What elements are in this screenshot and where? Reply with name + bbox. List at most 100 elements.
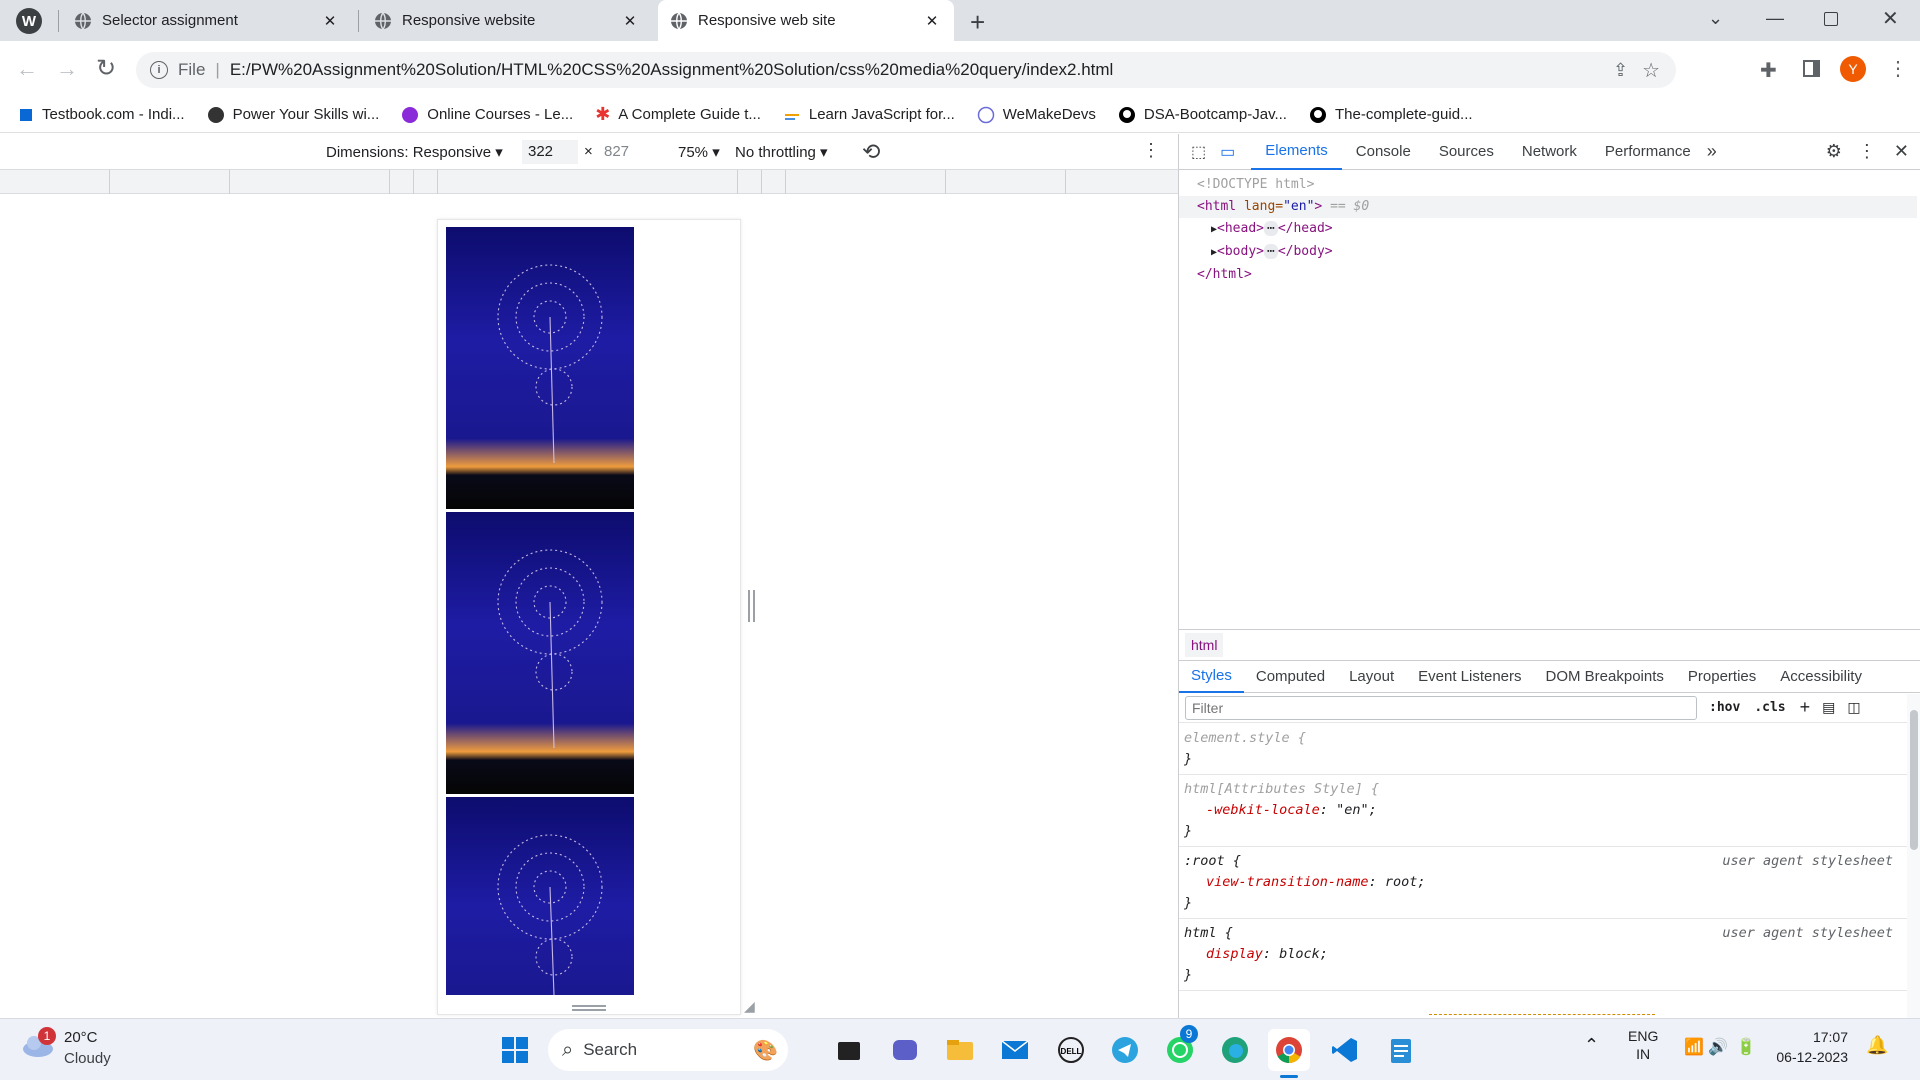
tab-responsive-web-site[interactable]: Responsive web site ✕	[658, 0, 954, 41]
tab-sources[interactable]: Sources	[1425, 134, 1508, 170]
tab-properties[interactable]: Properties	[1676, 661, 1768, 693]
more-options-icon[interactable]: ⋮	[1142, 140, 1160, 161]
tab-performance[interactable]: Performance	[1591, 134, 1705, 170]
chrome-icon[interactable]	[1268, 1029, 1310, 1071]
html-close-line[interactable]: </html>	[1197, 264, 1917, 286]
bookmark-item[interactable]: WeMakeDevs	[977, 106, 1096, 124]
bookmark-item[interactable]: Power Your Skills wi...	[207, 106, 379, 124]
throttling-select[interactable]: No throttling ▾	[735, 143, 828, 161]
scrollbar-thumb[interactable]	[1910, 710, 1918, 850]
telegram-icon[interactable]	[1104, 1029, 1146, 1071]
media-query-segment[interactable]	[946, 170, 1066, 194]
breadcrumb-html[interactable]: html	[1185, 633, 1224, 657]
url-text[interactable]: E:/PW%20Assignment%20Solution/HTML%20CSS…	[230, 60, 1114, 80]
rotate-icon[interactable]: ⟲	[862, 139, 880, 165]
bookmark-item[interactable]: Testbook.com - Indi...	[18, 106, 185, 123]
declaration[interactable]: -webkit-locale: "en";	[1184, 800, 1902, 821]
teams-icon[interactable]	[884, 1029, 926, 1071]
media-query-bar[interactable]	[0, 170, 1178, 194]
declaration[interactable]: display: block;	[1184, 944, 1902, 965]
mail-icon[interactable]	[994, 1029, 1036, 1071]
taskbar-search[interactable]: ⌕ Search 🎨	[548, 1029, 788, 1071]
reload-button[interactable]: ↻	[96, 54, 116, 83]
devtools-menu-icon[interactable]: ⋮	[1858, 141, 1876, 162]
body-element-line[interactable]: ▶<body> ⋯ </body>	[1197, 241, 1917, 264]
wifi-icon[interactable]: 📶	[1684, 1037, 1704, 1057]
bookmark-star-icon[interactable]: ☆	[1642, 58, 1660, 83]
battery-icon[interactable]: 🔋	[1736, 1037, 1756, 1057]
head-element-line[interactable]: ▶<head> ⋯ </head>	[1197, 218, 1917, 241]
media-query-segment[interactable]	[414, 170, 438, 194]
tab-console[interactable]: Console	[1342, 134, 1425, 170]
close-icon[interactable]: ✕	[922, 11, 942, 31]
doctype-line[interactable]: <!DOCTYPE html>	[1197, 174, 1917, 196]
styles-scrollbar[interactable]	[1907, 694, 1920, 1018]
tab-accessibility[interactable]: Accessibility	[1768, 661, 1874, 693]
media-query-segment[interactable]	[390, 170, 414, 194]
html-element-line[interactable]: <html lang="en"> == $0	[1179, 196, 1917, 218]
element-state-icon[interactable]: ▤	[1822, 699, 1835, 716]
style-rule[interactable]: element.style { }	[1179, 724, 1907, 775]
restore-button[interactable]	[1824, 12, 1838, 26]
tab-styles[interactable]: Styles	[1179, 661, 1244, 693]
notification-bell-icon[interactable]: 🔔	[1866, 1035, 1888, 1056]
edge-icon[interactable]	[1214, 1029, 1256, 1071]
tab-elements[interactable]: Elements	[1251, 134, 1342, 170]
ellipsis-badge[interactable]: ⋯	[1264, 221, 1278, 236]
volume-icon[interactable]: 🔊	[1708, 1037, 1728, 1057]
style-rule[interactable]: html[Attributes Style] { -webkit-locale:…	[1179, 775, 1907, 847]
wordpress-icon[interactable]: W	[16, 8, 42, 34]
dimensions-select[interactable]: Dimensions: Responsive ▾	[326, 143, 503, 161]
media-query-segment[interactable]	[786, 170, 946, 194]
weather-temp[interactable]: 20°C	[64, 1029, 98, 1046]
bookmark-item[interactable]: DSA-Bootcamp-Jav...	[1118, 106, 1287, 124]
tab-search-icon[interactable]: ⌄	[1708, 8, 1723, 29]
tab-network[interactable]: Network	[1508, 134, 1591, 170]
windows-start-icon[interactable]	[494, 1029, 536, 1071]
clock[interactable]: 17:07 06-12-2023	[1774, 1027, 1848, 1067]
close-devtools-icon[interactable]: ✕	[1894, 141, 1909, 162]
language-indicator[interactable]: ENG IN	[1628, 1027, 1658, 1063]
address-bar[interactable]: i File | E:/PW%20Assignment%20Solution/H…	[136, 52, 1676, 88]
info-icon[interactable]: i	[150, 61, 168, 79]
share-icon[interactable]: ⇪	[1613, 60, 1628, 81]
hov-toggle[interactable]: :hov	[1709, 697, 1740, 719]
tab-layout[interactable]: Layout	[1337, 661, 1406, 693]
cls-toggle[interactable]: .cls	[1754, 697, 1785, 719]
style-rule[interactable]: html { user agent stylesheet display: bl…	[1179, 919, 1907, 991]
tab-responsive-website[interactable]: Responsive website ✕	[362, 0, 652, 41]
extensions-icon[interactable]: ✚	[1760, 58, 1777, 83]
tab-selector-assignment[interactable]: Selector assignment ✕	[62, 0, 352, 41]
new-rule-icon[interactable]: +	[1800, 697, 1811, 718]
side-panel-icon[interactable]	[1803, 60, 1820, 77]
media-query-segment[interactable]	[762, 170, 786, 194]
tab-computed[interactable]: Computed	[1244, 661, 1337, 693]
toggle-sidebar-icon[interactable]: ◫	[1847, 699, 1860, 716]
close-window-button[interactable]: ✕	[1882, 6, 1899, 31]
vscode-icon[interactable]	[1324, 1029, 1366, 1071]
task-view-icon[interactable]	[828, 1029, 870, 1071]
close-icon[interactable]: ✕	[620, 11, 640, 31]
bookmark-item[interactable]: The-complete-guid...	[1309, 106, 1473, 124]
inspect-element-icon[interactable]: ⬚	[1191, 142, 1206, 162]
menu-icon[interactable]: ⋮	[1888, 56, 1908, 81]
resize-handle-right[interactable]	[748, 590, 755, 622]
new-tab-button[interactable]: +	[970, 7, 985, 38]
tab-dom-breakpoints[interactable]: DOM Breakpoints	[1534, 661, 1676, 693]
ellipsis-badge[interactable]: ⋯	[1264, 244, 1278, 259]
minimize-button[interactable]: —	[1766, 8, 1784, 29]
settings-gear-icon[interactable]: ⚙	[1826, 141, 1842, 162]
resize-handle-corner[interactable]: ◢	[744, 998, 758, 1014]
dell-icon[interactable]: DELL	[1050, 1029, 1092, 1071]
media-query-segment[interactable]	[230, 170, 390, 194]
media-query-segment[interactable]	[110, 170, 230, 194]
file-explorer-icon[interactable]	[939, 1029, 981, 1071]
bookmark-item[interactable]: Online Courses - Le...	[401, 106, 573, 124]
forward-button[interactable]: →	[56, 56, 78, 82]
close-icon[interactable]: ✕	[320, 11, 340, 31]
tab-event-listeners[interactable]: Event Listeners	[1406, 661, 1533, 693]
media-query-segment[interactable]	[0, 170, 110, 194]
notepad-icon[interactable]	[1380, 1029, 1422, 1071]
media-query-segment[interactable]	[738, 170, 762, 194]
weather-desc[interactable]: Cloudy	[64, 1050, 111, 1067]
